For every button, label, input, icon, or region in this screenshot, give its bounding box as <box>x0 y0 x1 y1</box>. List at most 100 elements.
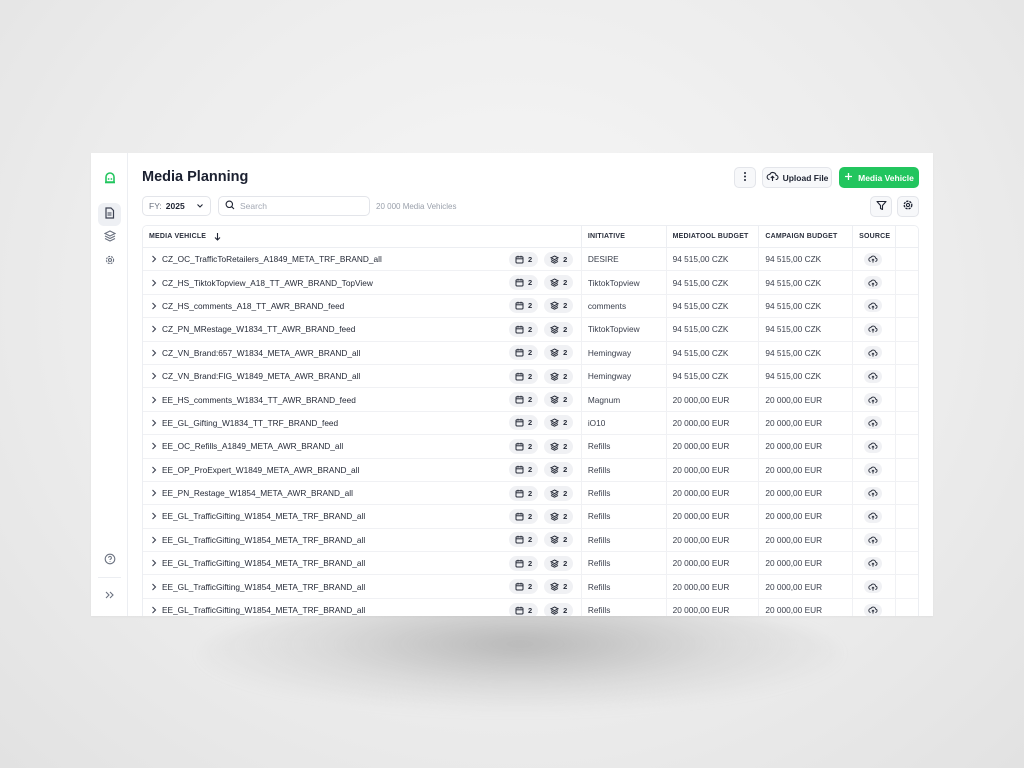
calendar-count-badge[interactable]: 2 <box>509 415 539 431</box>
media-vehicle-name[interactable]: CZ_HS_comments_A18_TT_AWR_BRAND_feed <box>162 301 344 311</box>
calendar-count-badge[interactable]: 2 <box>509 275 539 291</box>
source-upload-button[interactable] <box>864 346 883 360</box>
media-vehicle-name[interactable]: EE_OP_ProExpert_W1849_META_AWR_BRAND_all <box>162 465 359 475</box>
media-vehicle-name[interactable]: EE_GL_TrafficGifting_W1854_META_TRF_BRAN… <box>162 558 365 568</box>
calendar-count-badge[interactable]: 2 <box>509 555 539 571</box>
layers-count-badge[interactable]: 2 <box>544 555 574 571</box>
table-row[interactable]: EE_GL_TrafficGifting_W1854_META_TRF_BRAN… <box>143 505 918 529</box>
table-row[interactable]: EE_GL_TrafficGifting_W1854_META_TRF_BRAN… <box>143 575 918 599</box>
robot-logo-icon[interactable] <box>98 167 121 190</box>
table-row[interactable]: EE_HS_comments_W1834_TT_AWR_BRAND_feed 2… <box>143 388 918 412</box>
media-vehicle-name[interactable]: CZ_VN_Brand:FIG_W1849_META_AWR_BRAND_all <box>162 371 360 381</box>
column-header-source[interactable]: SOURCE <box>853 226 897 247</box>
layers-count-badge[interactable]: 2 <box>544 602 574 616</box>
layers-count-badge[interactable]: 2 <box>544 462 574 478</box>
calendar-count-badge[interactable]: 2 <box>509 532 539 548</box>
source-upload-button[interactable] <box>864 322 883 336</box>
source-upload-button[interactable] <box>864 276 883 290</box>
table-settings-button[interactable] <box>897 196 919 217</box>
expand-sidebar-button[interactable] <box>98 584 121 607</box>
layers-count-badge[interactable]: 2 <box>544 392 574 408</box>
calendar-count-badge[interactable]: 2 <box>509 438 539 454</box>
table-row[interactable]: EE_GL_TrafficGifting_W1854_META_TRF_BRAN… <box>143 528 918 553</box>
fiscal-year-select[interactable]: FY: 2025 <box>142 196 211 216</box>
chevron-right-icon[interactable] <box>151 419 157 427</box>
chevron-right-icon[interactable] <box>151 606 157 614</box>
layers-count-badge[interactable]: 2 <box>544 321 574 337</box>
table-row[interactable]: EE_GL_TrafficGifting_W1854_META_TRF_BRAN… <box>143 598 918 616</box>
source-upload-button[interactable] <box>864 603 883 616</box>
column-header-initiative[interactable]: INITIATIVE <box>582 226 667 247</box>
calendar-count-badge[interactable]: 2 <box>509 298 539 314</box>
layers-count-badge[interactable]: 2 <box>544 298 574 314</box>
chevron-right-icon[interactable] <box>151 442 157 450</box>
calendar-count-badge[interactable]: 2 <box>509 345 539 361</box>
sidebar-item-settings[interactable] <box>98 250 121 273</box>
chevron-right-icon[interactable] <box>151 583 157 591</box>
chevron-right-icon[interactable] <box>151 536 157 544</box>
layers-count-badge[interactable]: 2 <box>544 485 574 501</box>
layers-count-badge[interactable]: 2 <box>544 532 574 548</box>
source-upload-button[interactable] <box>864 369 883 383</box>
media-vehicle-name[interactable]: EE_OC_Refills_A1849_META_AWR_BRAND_all <box>162 441 343 451</box>
filter-button[interactable] <box>870 196 892 217</box>
table-row[interactable]: EE_PN_Restage_W1854_META_AWR_BRAND_all 2… <box>143 481 918 506</box>
chevron-right-icon[interactable] <box>151 279 157 287</box>
media-vehicle-name[interactable]: CZ_PN_MRestage_W1834_TT_AWR_BRAND_feed <box>162 324 355 334</box>
layers-count-badge[interactable]: 2 <box>544 508 574 524</box>
more-options-button[interactable] <box>734 167 756 188</box>
media-vehicle-name[interactable]: EE_GL_Gifting_W1834_TT_TRF_BRAND_feed <box>162 418 338 428</box>
layers-count-badge[interactable]: 2 <box>544 438 574 454</box>
source-upload-button[interactable] <box>864 416 883 430</box>
add-media-vehicle-button[interactable]: Media Vehicle <box>839 167 919 188</box>
source-upload-button[interactable] <box>864 393 883 407</box>
calendar-count-badge[interactable]: 2 <box>509 251 539 267</box>
media-vehicle-name[interactable]: EE_HS_comments_W1834_TT_AWR_BRAND_feed <box>162 395 356 405</box>
table-row[interactable]: CZ_HS_TiktokTopview_A18_TT_AWR_BRAND_Top… <box>143 271 918 295</box>
media-vehicle-name[interactable]: EE_GL_TrafficGifting_W1854_META_TRF_BRAN… <box>162 511 365 521</box>
chevron-right-icon[interactable] <box>151 302 157 310</box>
media-vehicle-name[interactable]: EE_GL_TrafficGifting_W1854_META_TRF_BRAN… <box>162 605 365 615</box>
chevron-right-icon[interactable] <box>151 559 157 567</box>
media-vehicle-name[interactable]: CZ_OC_TrafficToRetailers_A1849_META_TRF_… <box>162 254 382 264</box>
search-input[interactable] <box>240 201 360 211</box>
sidebar-item-layers[interactable] <box>98 226 121 249</box>
table-row[interactable]: EE_OC_Refills_A1849_META_AWR_BRAND_all 2… <box>143 435 918 459</box>
column-header-mediatool-budget[interactable]: MEDIATOOL BUDGET <box>667 226 760 247</box>
layers-count-badge[interactable]: 2 <box>544 275 574 291</box>
table-row[interactable]: EE_GL_TrafficGifting_W1854_META_TRF_BRAN… <box>143 552 918 576</box>
source-upload-button[interactable] <box>864 463 883 477</box>
chevron-right-icon[interactable] <box>151 372 157 380</box>
chevron-right-icon[interactable] <box>151 466 157 474</box>
layers-count-badge[interactable]: 2 <box>544 579 574 595</box>
table-row[interactable]: EE_OP_ProExpert_W1849_META_AWR_BRAND_all… <box>143 458 918 482</box>
column-header-media-vehicle[interactable]: MEDIA VEHICLE <box>143 226 582 247</box>
calendar-count-badge[interactable]: 2 <box>509 602 539 616</box>
table-row[interactable]: CZ_VN_Brand:FIG_W1849_META_AWR_BRAND_all… <box>143 364 918 389</box>
media-vehicle-name[interactable]: EE_PN_Restage_W1854_META_AWR_BRAND_all <box>162 488 353 498</box>
source-upload-button[interactable] <box>864 509 883 523</box>
sidebar-item-documents[interactable] <box>98 203 121 226</box>
source-upload-button[interactable] <box>864 533 883 547</box>
source-upload-button[interactable] <box>864 252 883 266</box>
table-row[interactable]: CZ_VN_Brand:657_W1834_META_AWR_BRAND_all… <box>143 341 918 365</box>
source-upload-button[interactable] <box>864 486 883 500</box>
table-row[interactable]: CZ_OC_TrafficToRetailers_A1849_META_TRF_… <box>143 248 918 272</box>
chevron-right-icon[interactable] <box>151 512 157 520</box>
chevron-right-icon[interactable] <box>151 255 157 263</box>
calendar-count-badge[interactable]: 2 <box>509 579 539 595</box>
media-vehicle-name[interactable]: EE_GL_TrafficGifting_W1854_META_TRF_BRAN… <box>162 535 365 545</box>
source-upload-button[interactable] <box>864 556 883 570</box>
table-row[interactable]: CZ_PN_MRestage_W1834_TT_AWR_BRAND_feed 2… <box>143 318 918 342</box>
chevron-right-icon[interactable] <box>151 325 157 333</box>
calendar-count-badge[interactable]: 2 <box>509 462 539 478</box>
source-upload-button[interactable] <box>864 439 883 453</box>
media-vehicle-name[interactable]: EE_GL_TrafficGifting_W1854_META_TRF_BRAN… <box>162 582 365 592</box>
chevron-right-icon[interactable] <box>151 489 157 497</box>
table-row[interactable]: EE_GL_Gifting_W1834_TT_TRF_BRAND_feed 2 … <box>143 411 918 436</box>
media-vehicle-name[interactable]: CZ_HS_TiktokTopview_A18_TT_AWR_BRAND_Top… <box>162 278 373 288</box>
layers-count-badge[interactable]: 2 <box>544 345 574 361</box>
layers-count-badge[interactable]: 2 <box>544 415 574 431</box>
media-vehicle-name[interactable]: CZ_VN_Brand:657_W1834_META_AWR_BRAND_all <box>162 348 360 358</box>
chevron-right-icon[interactable] <box>151 349 157 357</box>
